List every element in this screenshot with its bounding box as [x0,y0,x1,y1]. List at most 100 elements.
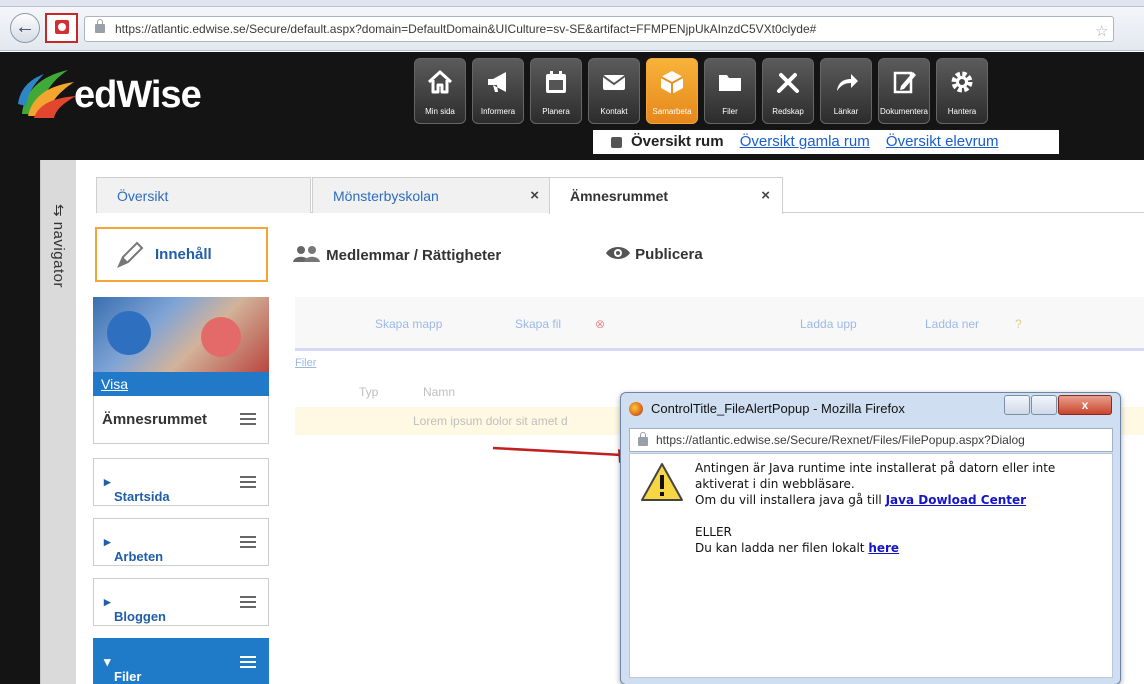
address-bar[interactable]: https://atlantic.edwise.se/Secure/defaul… [84,16,1114,42]
breadcrumb[interactable]: Filer [295,357,316,369]
swap-arrows-icon: ⇆ [50,204,67,218]
tab-monsterbyskolan[interactable]: Mönsterbyskolan × [312,177,552,213]
file-name: Lorem ipsum dolor sit amet d [413,414,568,428]
message-text: Du kan ladda ner filen lokalt [695,541,865,555]
hamburger-menu-icon[interactable] [240,413,256,425]
eye-icon [606,247,630,259]
create-file-button[interactable]: Skapa fil [515,297,561,351]
site-favicon-icon[interactable] [45,13,78,43]
innehall-label: Innehåll [155,246,212,263]
nav-kontakt[interactable]: Kontakt [588,58,640,124]
nav-label: Länkar [833,107,859,116]
tab-amnesrummet[interactable]: Ämnesrummet × [549,177,783,214]
navigator-panel[interactable]: ⇆ navigator [40,160,76,684]
tab-label: Mönsterbyskolan [333,188,439,204]
column-name[interactable]: Namn [423,379,455,405]
close-icon[interactable]: × [761,178,770,214]
tools-icon [777,73,799,93]
left-item-label: ▸ Startsida [104,474,170,504]
gear-icon [951,71,973,93]
bookmarks-bar [0,0,1144,13]
hamburger-menu-icon[interactable] [240,596,256,608]
nav-label: Informera [480,107,516,116]
nav-hantera[interactable]: Hantera [936,58,988,124]
mail-icon [602,75,626,90]
popup-address-bar[interactable]: https://atlantic.edwise.se/Secure/Rexnet… [629,428,1113,452]
browser-toolbar: ← https://atlantic.edwise.se/Secure/defa… [0,7,1144,51]
message-line: Antingen är Java runtime inte installera… [695,461,1056,491]
nav-filer[interactable]: Filer [704,58,756,124]
visa-link[interactable]: Visa [93,372,269,396]
screenshot-root: ← https://atlantic.edwise.se/Secure/defa… [0,0,1144,684]
lock-icon [638,432,648,446]
pen-icon [117,241,144,268]
nav-samarbeta[interactable]: Samarbeta [646,58,698,124]
message-line: ELLER [695,525,732,539]
tab-oversikt[interactable]: Översikt [96,177,311,213]
calendar-icon [546,71,566,93]
bookmark-star-icon[interactable]: ☆ [1095,22,1108,40]
navigator-label[interactable]: ⇆ navigator [49,204,67,288]
hamburger-menu-icon[interactable] [240,536,256,548]
tab-bar: Översikt Mönsterbyskolan × Ämnesrummet × [96,177,1144,214]
publish-label: Publicera [635,246,703,263]
nav-label: Min sida [425,107,455,116]
close-window-button[interactable]: x [1058,395,1112,415]
warning-icon [641,463,683,501]
share-arrow-icon [837,74,858,91]
members-rights-button[interactable]: Medlemmar / Rättigheter [292,245,501,264]
nav-informera[interactable]: Informera [472,58,524,124]
room-label: Ämnesrummet [102,411,208,428]
innehall-button[interactable]: Innehåll [95,227,268,282]
message-text: Om du vill installera java gå till [695,493,882,507]
room-menu-card[interactable]: Ämnesrummet [93,396,269,444]
nav-label: Hantera [947,107,977,116]
back-button[interactable]: ← [10,13,40,43]
navigator-text: navigator [50,221,67,288]
maximize-button[interactable] [1031,395,1057,415]
subnav-link-student-rooms[interactable]: Översikt elevrum [886,133,999,150]
nav-min-sida[interactable]: Min sida [414,58,466,124]
members-label: Medlemmar / Rättigheter [326,247,502,264]
minimize-button[interactable] [1004,395,1030,415]
cube-icon [660,71,684,94]
here-link[interactable]: here [868,541,899,555]
nav-länkar[interactable]: Länkar [820,58,872,124]
left-item-filer[interactable]: ▾ Filer [93,638,269,684]
nav-redskap[interactable]: Redskap [762,58,814,124]
left-item-startsida[interactable]: ▸ Startsida [93,458,269,506]
upload-button[interactable]: Ladda upp [800,297,857,351]
alert-message: Antingen är Java runtime inte installera… [695,460,1105,556]
cube-icon [611,137,622,148]
left-item-label: ▸ Arbeten [104,534,164,564]
home-icon [427,70,453,94]
lock-icon [95,19,105,33]
nav-label: Redskap [772,107,804,116]
logo-text: edWise [74,74,202,116]
nav-label: Kontakt [600,107,628,116]
download-button[interactable]: Ladda ner [925,297,979,351]
column-type[interactable]: Typ [359,379,378,405]
nav-dokumentera[interactable]: Dokumentera [878,58,930,124]
help-button[interactable]: ? [1015,297,1022,351]
subnav-link-old-rooms[interactable]: Översikt gamla rum [740,133,870,150]
close-icon[interactable]: × [530,178,539,214]
nav-label: Samarbeta [652,107,692,116]
publish-button[interactable]: Publicera [605,245,703,263]
create-folder-button[interactable]: Skapa mapp [375,297,442,351]
message-line: Om du vill installera java gå till Java … [695,492,1105,508]
nav-planera[interactable]: Planera [530,58,582,124]
delete-icon[interactable]: ⊗ [595,297,605,351]
edit-icon [893,71,916,94]
subnav-current[interactable]: Översikt rum [631,133,724,150]
hamburger-menu-icon[interactable] [240,476,256,488]
room-thumbnail [93,297,269,372]
tab-label: Ämnesrummet [570,188,669,204]
popup-body: Antingen är Java runtime inte installera… [629,453,1113,678]
hamburger-menu-icon[interactable] [240,656,256,668]
left-item-bloggen[interactable]: ▸ Bloggen [93,578,269,626]
file-alert-popup: ControlTitle_FileAlertPopup - Mozilla Fi… [620,392,1121,684]
java-download-link[interactable]: Java Dowload Center [886,493,1026,507]
left-item-arbeten[interactable]: ▸ Arbeten [93,518,269,566]
